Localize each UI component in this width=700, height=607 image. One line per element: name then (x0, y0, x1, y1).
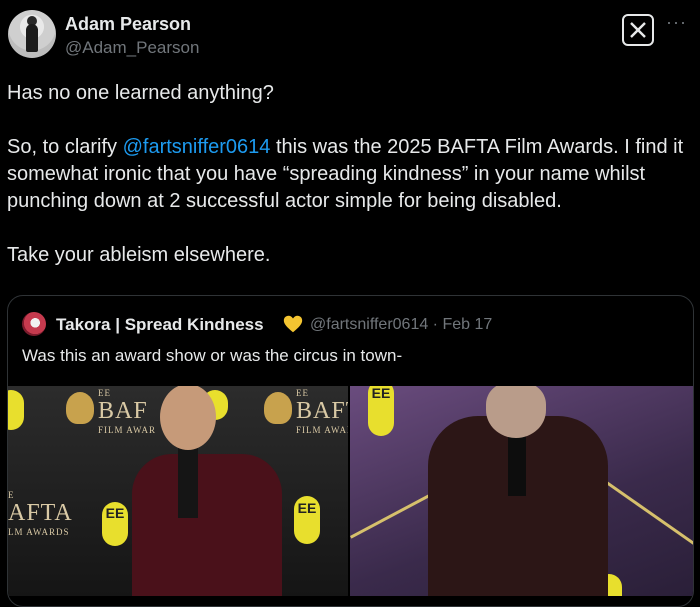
tweet-p2-before: So, to clarify (7, 136, 123, 158)
author-name[interactable]: Adam Pearson (65, 14, 191, 35)
bafta-film-awards: FILM AWARI (296, 425, 348, 435)
bafta-logo-right: EE BAFT FILM AWARI (296, 388, 348, 435)
x-logo-glyph (630, 22, 646, 38)
tweet-line-3: Take your ableism elsewhere. (7, 244, 271, 266)
bafta-mask-icon (264, 392, 292, 424)
quoted-tweet[interactable]: Takora | Spread Kindness @fartsniffer061… (7, 295, 694, 607)
photo-left[interactable]: EE BAF FILM AWAR EE BAFT FILM AWARI E AF… (8, 386, 348, 596)
mention-link[interactable]: @fartsniffer0614 (123, 136, 271, 158)
tweet-paragraph-2: So, to clarify @fartsniffer0614 this was… (7, 134, 697, 215)
avatar-figure (26, 24, 38, 52)
ee-badge: EE (102, 502, 128, 546)
ee-badge: EE (294, 496, 320, 544)
person-shirt (178, 448, 198, 518)
quoted-author-name[interactable]: Takora | Spread Kindness (56, 315, 264, 335)
x-logo-icon (622, 14, 654, 46)
quoted-handle-date[interactable]: @fartsniffer0614 · Feb 17 (310, 316, 492, 334)
tweet-text: Has no one learned anything? So, to clar… (7, 80, 697, 269)
bafta-film-awards: LM AWARDS (8, 527, 70, 537)
tweet-line-1: Has no one learned anything? (7, 82, 274, 104)
bafta-text: BAF (98, 398, 148, 424)
author-avatar[interactable] (8, 10, 56, 58)
photo-right[interactable]: EE (350, 386, 693, 596)
person-shirt (508, 436, 526, 496)
bafta-ee: EE (296, 388, 309, 398)
person-head (160, 386, 216, 450)
bafta-mask-icon (66, 392, 94, 424)
bafta-film-awards: FILM AWAR (98, 425, 157, 435)
ee-badge: EE (368, 386, 394, 436)
ee-badge (8, 390, 24, 430)
quoted-avatar[interactable] (22, 312, 46, 336)
bafta-e: E (8, 490, 15, 500)
bafta-ee: EE (98, 388, 111, 398)
yellow-heart-icon (283, 315, 303, 333)
quoted-text: Was this an award show or was the circus… (22, 346, 403, 365)
more-icon[interactable]: ··· (666, 12, 687, 33)
person-jacket (132, 454, 282, 596)
author-handle[interactable]: @Adam_Pearson (65, 38, 199, 58)
bafta-text: BAFT (296, 398, 348, 424)
bafta-text: AFTA (8, 500, 73, 526)
bafta-logo-bottom: E AFTA LM AWARDS (8, 490, 73, 537)
bafta-logo-left: EE BAF FILM AWAR (98, 388, 156, 435)
